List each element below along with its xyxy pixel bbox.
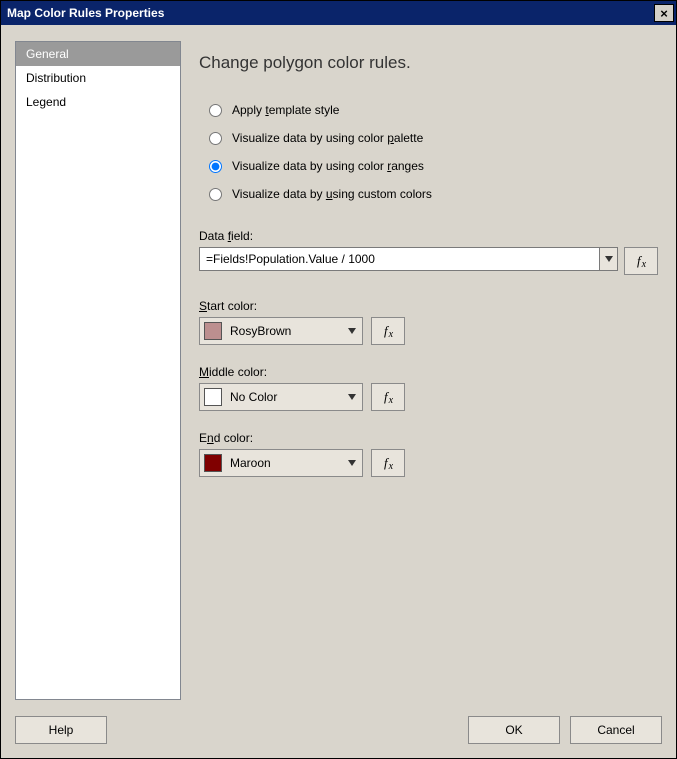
start-color-fx-button[interactable]: fx: [371, 317, 405, 345]
middle-color-dropdown[interactable]: [346, 394, 358, 400]
data-field-fx-button[interactable]: fx: [624, 247, 658, 275]
sidebar: General Distribution Legend: [15, 41, 181, 700]
ok-button[interactable]: OK: [468, 716, 560, 744]
end-color-swatch: [204, 454, 222, 472]
start-color-combo[interactable]: RosyBrown: [199, 317, 363, 345]
close-icon: ×: [660, 7, 668, 20]
start-color-name: RosyBrown: [230, 324, 346, 338]
sidebar-item-label: Legend: [26, 95, 66, 109]
main-panel: Change polygon color rules. Apply templa…: [195, 41, 662, 700]
titlebar: Map Color Rules Properties ×: [1, 1, 676, 25]
middle-color-fx-button[interactable]: fx: [371, 383, 405, 411]
radio-palette-label: Visualize data by using color palette: [232, 131, 423, 145]
radio-ranges-label: Visualize data by using color ranges: [232, 159, 424, 173]
close-button[interactable]: ×: [654, 4, 674, 22]
dialog-footer: Help OK Cancel: [1, 710, 676, 758]
page-heading: Change polygon color rules.: [199, 53, 658, 73]
radio-ranges-row: Visualize data by using color ranges: [209, 159, 658, 173]
radio-custom-label: Visualize data by using custom colors: [232, 187, 432, 201]
radio-custom-row: Visualize data by using custom colors: [209, 187, 658, 201]
data-field-row: fx: [199, 247, 658, 275]
radio-template-row: Apply template style: [209, 103, 658, 117]
chevron-down-icon: [348, 328, 356, 334]
sidebar-item-label: Distribution: [26, 71, 86, 85]
middle-color-combo[interactable]: No Color: [199, 383, 363, 411]
end-color-name: Maroon: [230, 456, 346, 470]
start-color-dropdown[interactable]: [346, 328, 358, 334]
end-color-row: Maroon fx: [199, 449, 658, 477]
help-button[interactable]: Help: [15, 716, 107, 744]
sidebar-item-general[interactable]: General: [16, 42, 180, 66]
radio-palette-row: Visualize data by using color palette: [209, 131, 658, 145]
sidebar-item-legend[interactable]: Legend: [16, 90, 180, 114]
chevron-down-icon: [348, 394, 356, 400]
sidebar-item-distribution[interactable]: Distribution: [16, 66, 180, 90]
dialog-body: General Distribution Legend Change polyg…: [1, 25, 676, 710]
radio-template-label: Apply template style: [232, 103, 339, 117]
dialog-window: Map Color Rules Properties × General Dis…: [0, 0, 677, 759]
sidebar-item-label: General: [26, 47, 69, 61]
start-color-label: Start color:: [199, 299, 658, 313]
window-title: Map Color Rules Properties: [7, 6, 164, 20]
end-color-fx-button[interactable]: fx: [371, 449, 405, 477]
radio-ranges[interactable]: [209, 160, 222, 173]
chevron-down-icon: [605, 256, 613, 262]
middle-color-swatch: [204, 388, 222, 406]
end-color-dropdown[interactable]: [346, 460, 358, 466]
middle-color-label: Middle color:: [199, 365, 658, 379]
radio-custom[interactable]: [209, 188, 222, 201]
data-field-input[interactable]: [200, 248, 599, 270]
data-field-combo[interactable]: [199, 247, 618, 271]
data-field-dropdown-button[interactable]: [599, 248, 617, 270]
end-color-combo[interactable]: Maroon: [199, 449, 363, 477]
start-color-swatch: [204, 322, 222, 340]
chevron-down-icon: [348, 460, 356, 466]
radio-template[interactable]: [209, 104, 222, 117]
radio-group: Apply template style Visualize data by u…: [209, 103, 658, 201]
end-color-label: End color:: [199, 431, 658, 445]
radio-palette[interactable]: [209, 132, 222, 145]
middle-color-row: No Color fx: [199, 383, 658, 411]
middle-color-name: No Color: [230, 390, 346, 404]
cancel-button[interactable]: Cancel: [570, 716, 662, 744]
start-color-row: RosyBrown fx: [199, 317, 658, 345]
data-field-label: Data field:: [199, 229, 658, 243]
